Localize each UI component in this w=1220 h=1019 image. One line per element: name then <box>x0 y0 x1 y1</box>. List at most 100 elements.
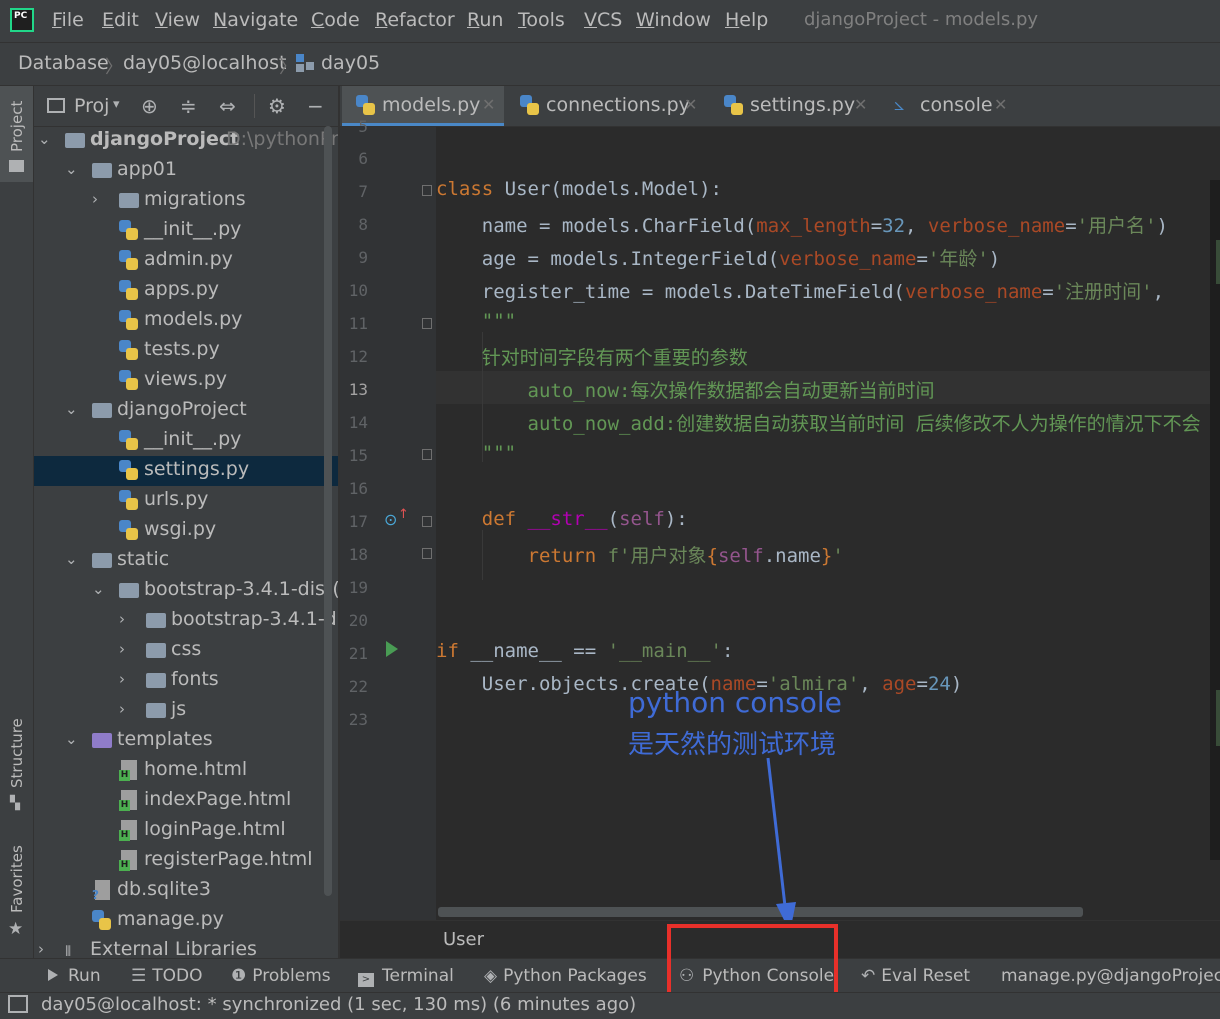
close-icon[interactable]: ✕ <box>482 95 495 114</box>
tree-row[interactable]: views.py <box>34 366 338 396</box>
problems-tool-button[interactable]: ❶ Problems <box>231 966 331 986</box>
tree-row[interactable]: ⌄ templates <box>34 726 338 756</box>
annotation-arrow <box>766 757 796 932</box>
tree-item-label: indexPage.html <box>144 788 292 810</box>
tree-row[interactable]: › migrations <box>34 186 338 216</box>
menu-navigate[interactable]: Navigate <box>213 9 298 31</box>
fold-marker-icon[interactable] <box>422 318 432 329</box>
breadcrumb-database[interactable]: Database <box>18 52 109 74</box>
menu-tools[interactable]: Tools <box>518 9 565 31</box>
chevron-right-icon[interactable]: › <box>92 190 98 208</box>
run-tool-button[interactable]: Run <box>48 966 101 986</box>
menu-refactor[interactable]: Refactor <box>375 9 455 31</box>
tree-row[interactable]: H loginPage.html <box>34 816 338 846</box>
tree-row[interactable]: › css <box>34 636 338 666</box>
todo-tool-button[interactable]: ☰ TODO <box>131 966 203 986</box>
tree-row[interactable]: H home.html <box>34 756 338 786</box>
fold-marker-icon[interactable] <box>422 548 432 559</box>
chevron-right-icon[interactable]: › <box>38 940 44 958</box>
project-tool-tab[interactable]: Project <box>0 86 33 182</box>
tree-row[interactable]: › ⦀ External Libraries <box>34 936 338 958</box>
python-packages-tool-button[interactable]: ◈ Python Packages <box>484 966 647 986</box>
tree-item-label: home.html <box>144 758 248 780</box>
menu-window[interactable]: Window <box>636 9 711 31</box>
menu-file[interactable]: File <box>52 9 84 31</box>
expand-all-icon[interactable]: ≑ <box>180 94 197 118</box>
tree-item-label: urls.py <box>144 488 209 510</box>
tab-connections-py[interactable]: connections.py ✕ <box>508 86 708 126</box>
eval-reset-label: Eval Reset <box>881 966 971 986</box>
chevron-down-icon[interactable]: ⌄ <box>65 400 78 418</box>
tree-row[interactable]: ⌄ djangoProject <box>34 396 338 426</box>
project-scrollbar[interactable] <box>324 126 332 896</box>
fold-marker-icon[interactable] <box>422 185 432 196</box>
chevron-right-icon[interactable]: › <box>119 610 125 628</box>
project-view-selector[interactable]: Proj <box>74 95 109 117</box>
tree-row[interactable]: H indexPage.html <box>34 786 338 816</box>
close-icon[interactable]: ✕ <box>994 95 1007 114</box>
tree-item-label: models.py <box>144 308 243 330</box>
chevron-right-icon[interactable]: › <box>119 640 125 658</box>
tree-row[interactable]: › fonts <box>34 666 338 696</box>
tree-row[interactable]: › js <box>34 696 338 726</box>
chevron-down-icon[interactable]: ⌄ <box>65 730 78 748</box>
menu-run[interactable]: Run <box>467 9 503 31</box>
tree-row-selected[interactable]: settings.py <box>34 456 338 486</box>
todo-icon: ☰ <box>131 966 147 986</box>
breadcrumb-class[interactable]: User <box>443 929 484 950</box>
tree-row[interactable]: urls.py <box>34 486 338 516</box>
tree-row[interactable]: admin.py <box>34 246 338 276</box>
tree-row[interactable]: __init__.py <box>34 426 338 456</box>
fold-marker-icon[interactable] <box>422 516 432 527</box>
menu-code[interactable]: Code <box>311 9 360 31</box>
chevron-down-icon[interactable]: ▾ <box>113 97 120 112</box>
tab-console[interactable]: ⦣ console ✕ <box>882 86 1018 126</box>
run-gutter-icon[interactable] <box>386 641 398 657</box>
menu-view[interactable]: View <box>155 9 200 31</box>
fold-marker-icon[interactable] <box>422 449 432 460</box>
menu-vcs[interactable]: VCS <box>584 9 622 31</box>
close-icon[interactable]: ✕ <box>684 95 697 114</box>
breadcrumb-connection[interactable]: day05@localhost <box>123 52 286 74</box>
menu-edit[interactable]: Edit <box>102 9 139 31</box>
terminal-tool-button[interactable]: > Terminal <box>358 966 454 987</box>
breadcrumb-schema[interactable]: day05 <box>321 52 380 74</box>
tree-row[interactable]: wsgi.py <box>34 516 338 546</box>
chevron-down-icon[interactable]: ⌄ <box>65 550 78 568</box>
chevron-down-icon[interactable]: ⌄ <box>65 160 78 178</box>
hide-panel-icon[interactable]: − <box>307 94 324 118</box>
favorites-tool-tab[interactable]: Favorites ★ <box>0 841 33 941</box>
tree-row[interactable]: ⌄ djangoProject D:\pythonPro <box>34 126 338 156</box>
line-number: 8 <box>358 215 368 234</box>
collapse-all-icon[interactable]: ⇔ <box>219 94 236 118</box>
tree-row[interactable]: __init__.py <box>34 216 338 246</box>
tree-row[interactable]: models.py <box>34 306 338 336</box>
run-configuration-label[interactable]: manage.py@djangoProject <box>1001 966 1220 986</box>
override-marker-icon[interactable]: ⊙ <box>384 510 397 529</box>
structure-tool-tab[interactable]: Structure ▚ <box>0 716 33 816</box>
highlight-box <box>667 924 838 1002</box>
code-editor[interactable]: class User(models.Model): name = models.… <box>436 127 1220 920</box>
tree-row[interactable]: ⌄ app01 <box>34 156 338 186</box>
close-icon[interactable]: ✕ <box>854 95 867 114</box>
tree-row[interactable]: ⌄ bootstrap-3.4.1-dist(1) <box>34 576 338 606</box>
tree-row[interactable]: apps.py <box>34 276 338 306</box>
chevron-right-icon[interactable]: › <box>119 700 125 718</box>
chevron-down-icon[interactable]: ⌄ <box>92 580 105 598</box>
tree-row[interactable]: manage.py <box>34 906 338 936</box>
tree-row[interactable]: H registerPage.html <box>34 846 338 876</box>
tree-row[interactable]: tests.py <box>34 336 338 366</box>
folder-icon <box>92 553 112 568</box>
gear-icon[interactable]: ⚙ <box>268 94 286 118</box>
tree-row[interactable]: › bootstrap-3.4.1-dis <box>34 606 338 636</box>
menu-help[interactable]: Help <box>725 9 768 31</box>
tab-settings-py[interactable]: settings.py ✕ <box>712 86 878 126</box>
panel-toggle-icon[interactable] <box>8 995 28 1013</box>
locate-icon[interactable]: ⊕ <box>141 94 158 118</box>
tree-row[interactable]: ? db.sqlite3 <box>34 876 338 906</box>
chevron-down-icon[interactable]: ⌄ <box>38 130 51 148</box>
tree-row[interactable]: ⌄ static <box>34 546 338 576</box>
eval-reset-tool-button[interactable]: ↶ Eval Reset <box>861 966 970 986</box>
tree-item-label: apps.py <box>144 278 220 300</box>
chevron-right-icon[interactable]: › <box>119 670 125 688</box>
